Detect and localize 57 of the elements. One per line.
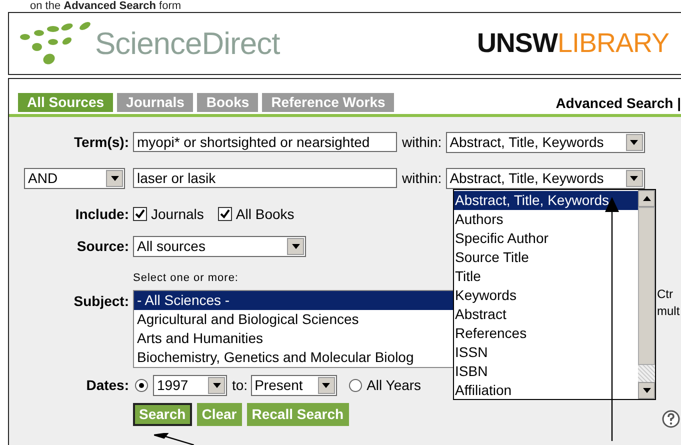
input-field[interactable]: myopi* or shortsighted or nearsighted [133,132,397,152]
list-option[interactable]: - All Sciences - [134,291,454,310]
year-select[interactable]: 1997 [153,374,227,396]
scrollbar[interactable] [638,190,655,399]
radio-label: All Years [366,377,422,393]
dropdown-option[interactable]: Source Title [454,248,638,267]
dropdown-option[interactable]: Authors [454,210,638,229]
dots-logo-icon [19,20,93,66]
field-label: Source: [76,238,129,254]
operator-select[interactable]: AND [24,168,125,188]
dropdown-list[interactable]: Abstract, Title, Keywords Authors Specific Author Source Title Title Keywords Abstract References ISSN ISBN Affiliation [453,189,656,400]
sciencedirect-logo: ScienceDirect [95,26,280,62]
dropdown-option[interactable]: Abstract, Title, Keywords [454,191,638,210]
field-label: Term(s): [74,134,129,150]
dropdown-option[interactable]: Specific Author [454,229,638,248]
subject-list[interactable]: - All Sciences - Agricultural and Biological Sciences Arts and Humanities Biochemistry, Genetics and Molecular Biolog [133,290,455,368]
year-select[interactable]: Present [250,374,337,396]
checkbox[interactable] [218,207,232,221]
within-select[interactable]: Abstract, Title, Keywords [446,168,645,188]
advanced-search-link[interactable]: Advanced Search | [556,95,681,111]
caret-icon [318,376,335,394]
caret-icon [626,170,643,186]
field-label: Dates: [86,377,129,393]
field-label: Include: [75,206,129,222]
radio-button[interactable] [135,378,148,392]
dropdown-option[interactable]: Keywords [454,286,638,305]
input-field[interactable]: laser or lasik [133,168,397,188]
intro-text: on the Advanced Search form [30,0,182,12]
source-select[interactable]: All sources [133,236,306,256]
caret-icon [626,134,643,150]
dropdown-option[interactable]: Affiliation [454,381,638,400]
field-label: to: [232,377,248,393]
checkbox-label: All Books [236,206,294,222]
dropdown-option[interactable]: References [454,324,638,343]
field-label: within: [402,134,442,150]
help-icon[interactable] [662,410,680,428]
help-text: Ctr [657,287,673,301]
radio-button[interactable] [348,378,362,392]
caret-icon [106,170,123,186]
dropdown-option[interactable]: ISSN [454,343,638,362]
list-option[interactable]: Biochemistry, Genetics and Molecular Biolog [134,348,454,367]
checkbox-label: Journals [151,206,204,222]
dropdown-option[interactable]: ISBN [454,362,638,381]
dropdown-option[interactable]: Abstract [454,305,638,324]
field-label: within: [402,170,442,186]
hint-text: Select one or more: [133,272,238,284]
field-label: Subject: [74,293,129,309]
pointer-arrow [154,433,194,445]
caret-icon [208,376,225,394]
checkbox[interactable] [133,207,147,221]
caret-icon [287,238,304,254]
library-logo: UNSWLIBRARY [476,28,669,59]
dropdown-option[interactable]: Title [454,267,638,286]
within-select[interactable]: Abstract, Title, Keywords [446,132,645,152]
list-option[interactable]: Agricultural and Biological Sciences [134,310,454,329]
help-text: mult [657,304,680,318]
list-option[interactable]: Arts and Humanities [134,329,454,348]
